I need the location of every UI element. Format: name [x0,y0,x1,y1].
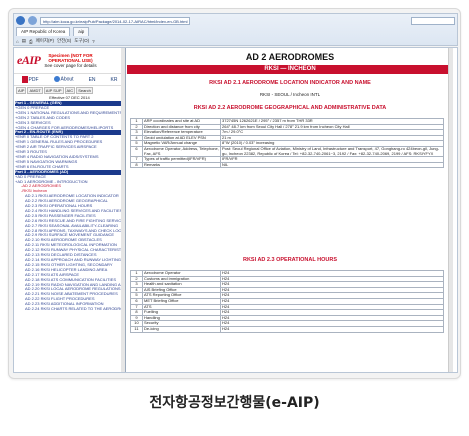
back-icon[interactable] [16,16,25,25]
row-number: 8 [130,161,143,169]
about-label: About [60,76,74,83]
row-field: De-icing [142,325,221,333]
menu-page[interactable]: 페이지(P) [36,38,54,44]
logo-row: eAIP Specimen (NOT FOR OPERATIONAL USE) … [14,48,125,74]
menu-tools[interactable]: 도구(O) [74,38,89,44]
browser-chrome: http://aim.koca.go.kr/eaipPub/Package/20… [13,13,458,46]
search-input[interactable] [411,16,455,25]
row-field: Remarks [142,161,221,169]
row-number: 11 [130,325,143,333]
pdf-button[interactable]: PDF [21,76,39,83]
about-button[interactable]: About [53,76,74,83]
section-2-1-heading: RKSI AD 2.1 AERODROME LOCATION INDICATOR… [209,80,371,86]
row-number: 6 [130,145,143,158]
help-icon[interactable]: ? [92,39,95,44]
table-row: 6 Aerodrome Operator, Address, Telephone,… [130,145,444,158]
toc-tab-amdt[interactable]: AMDT [27,87,43,94]
pdf-icon [21,76,28,83]
toc-tab-aic[interactable]: AIC [64,87,76,94]
tab-row: AIP Republic of Korea aip [16,27,455,36]
caption: 전자항공정보간행물(e-AIP) [149,395,320,411]
effective-date: Effective 07 DEC 2014 [49,95,90,100]
feeds-icon[interactable]: ▤ [22,38,26,44]
section-2-2-heading: RKSI AD 2.2 AERODROME GEOGRAPHICAL AND A… [193,105,387,111]
eaip-logo: eAIP [17,53,41,67]
row-value: H24 [220,325,444,333]
page-title: AD 2 AERODROMES [245,52,335,62]
toc-tab-aip[interactable]: AIP [16,87,27,94]
operational-hours-table: 1 Aerodrome Operator H24 2 Customs and immig… [130,270,444,333]
page-content: eAIP Specimen (NOT FOR OPERATIONAL USE) … [13,47,458,373]
toc-item[interactable]: AD 2.24 RKSI CHARTS RELATED TO THE AEROD… [15,307,125,312]
print-icon[interactable]: ⎙ [29,39,33,44]
address-bar[interactable]: http://aim.koca.go.kr/eaipPub/Package/20… [40,16,190,25]
tab-second[interactable]: aip [73,27,90,36]
menu-safety[interactable]: 안전(S) [57,38,71,44]
row-value: Post: Seoul Regional Office of Aviation,… [220,145,444,158]
location-indicator-value: RKSI - SEOUL / Incheon INTL [259,92,321,97]
command-bar: ⌂ ▤ ⎙ 페이지(P) 안전(S) 도구(O) ? [16,38,455,44]
document-scrollbar[interactable] [448,48,453,372]
airport-bar: RKSI — INCHEON [127,65,453,74]
home-icon[interactable]: ⌂ [16,39,19,44]
table-row: 11 De-icing H24 [130,325,444,333]
address-row: http://aim.koca.go.kr/eaipPub/Package/20… [16,16,455,25]
toc-list: Part 1 - GENERAL (GEN) +GEN 0 PREFACE +GEN… [14,101,125,312]
toc-button-row: PDF About EN KR [14,74,125,86]
toc-tab-search[interactable]: Search [76,87,93,94]
screenshot-frame: http://aim.koca.go.kr/eaipPub/Package/20… [8,8,461,379]
section-2-3-heading: RKSI AD 2.3 OPERATIONAL HOURS [242,257,338,263]
tab-aip[interactable]: AIP Republic of Korea [16,27,71,36]
info-icon [53,76,60,83]
specimen-notice: Specimen (NOT FOR OPERATIONAL USE) See c… [44,53,96,68]
toc-tabs: AIP AMDT AIP SUP AIC Search [14,86,125,95]
row-field: Aerodrome Operator, Address, Telephone, … [142,145,221,158]
document-frame: AD 2 AERODROMES RKSI — INCHEON RKSI AD 2… [127,48,453,372]
pdf-label: PDF [28,76,39,83]
toc-frame: eAIP Specimen (NOT FOR OPERATIONAL USE) … [14,48,126,372]
forward-icon[interactable] [28,16,37,25]
table-row: 8 Remarks NIL [130,161,444,169]
specimen-line3: See cover page for details [44,63,97,68]
lang-en-button[interactable]: EN [89,77,96,83]
geo-data-table: 1 ARP coordinates and site at AD 372745N 1… [130,118,444,169]
toc-tab-aipsup[interactable]: AIP SUP [43,87,64,94]
toc-scrollbar[interactable] [121,48,125,372]
row-value: NIL [220,161,444,169]
lang-kr-button[interactable]: KR [111,77,118,83]
